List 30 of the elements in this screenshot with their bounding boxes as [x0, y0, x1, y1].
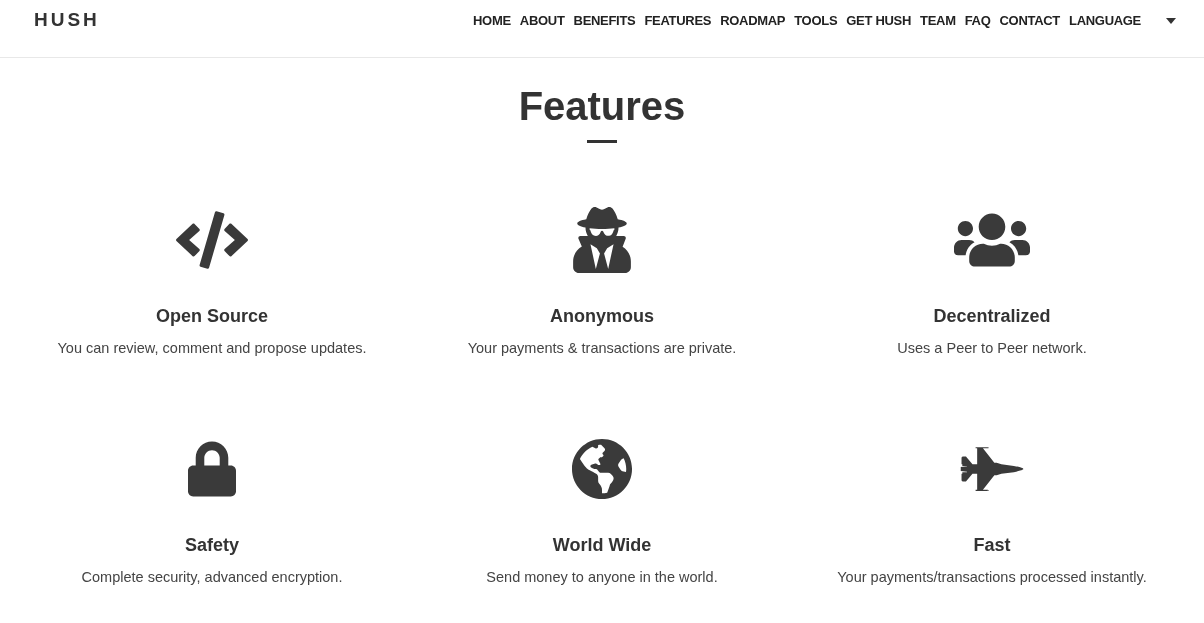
- feature-title: Open Source: [156, 305, 268, 328]
- nav-link[interactable]: TOOLS: [794, 10, 838, 31]
- nav-link[interactable]: BENEFITS: [573, 10, 636, 31]
- feature-title: Safety: [185, 533, 239, 557]
- feature-description: Your payments/transactions processed instantly.: [837, 567, 1147, 587]
- feature-title: Fast: [973, 533, 1011, 557]
- feature-title: Anonymous: [550, 305, 654, 328]
- spy-icon: [573, 207, 631, 273]
- nav-link[interactable]: FEATURES: [644, 10, 712, 31]
- lock-icon: [188, 440, 236, 497]
- caret-icon[interactable]: [1166, 17, 1176, 24]
- feature-description: Uses a Peer to Peer network.: [897, 339, 1087, 358]
- nav-link[interactable]: ROADMAP: [720, 10, 786, 31]
- feature-description: Send money to anyone in the world.: [486, 567, 718, 587]
- nav-link[interactable]: FAQ: [964, 10, 991, 31]
- section-title: Features: [518, 83, 686, 130]
- nav-link[interactable]: ABOUT: [519, 10, 565, 31]
- globe-icon: [571, 437, 633, 500]
- nav-link[interactable]: GET HUSH: [846, 10, 912, 31]
- feature-description: You can review, comment and propose updates.: [57, 339, 367, 358]
- title-underline: [587, 140, 617, 143]
- feature-title: Decentralized: [933, 305, 1051, 328]
- feature-description: Complete security, advanced encryption.: [81, 567, 343, 587]
- nav-link[interactable]: CONTACT: [999, 10, 1060, 31]
- nav-link[interactable]: TEAM: [920, 10, 956, 31]
- nav-link[interactable]: LANGUAGE: [1069, 10, 1141, 31]
- logo[interactable]: HUSH: [34, 6, 100, 51]
- feature-description: Your payments & transactions are private.: [467, 339, 737, 358]
- feature-title: World Wide: [552, 533, 652, 557]
- nav-link[interactable]: HOME: [473, 10, 511, 31]
